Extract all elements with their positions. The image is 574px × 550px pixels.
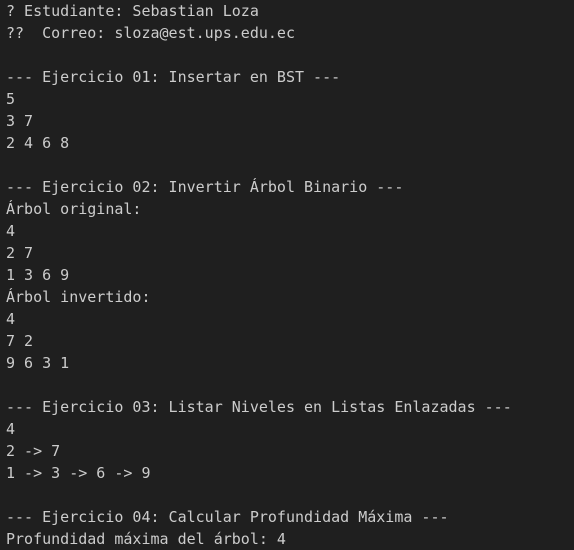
output-line: 2 4 6 8: [6, 134, 70, 152]
output-line: 4: [6, 222, 16, 240]
output-line: 2 7: [6, 244, 34, 262]
output-line: 5: [6, 90, 16, 108]
output-line-blank: [6, 374, 568, 396]
output-line: 4: [6, 420, 16, 438]
output-line-student: ? Estudiante: Sebastian Loza: [6, 2, 259, 20]
output-line-blank: [6, 154, 568, 176]
exercise-02-header: --- Ejercicio 02: Invertir Árbol Binario…: [6, 178, 404, 196]
output-line: 3 7: [6, 112, 34, 130]
output-line: 1 -> 3 -> 6 -> 9: [6, 464, 151, 482]
output-line-email: ?? Correo: sloza@est.ups.edu.ec: [6, 24, 295, 42]
output-line-blank: [6, 44, 568, 66]
terminal-output: ? Estudiante: Sebastian Loza ?? Correo: …: [0, 0, 574, 549]
output-line-blank: [6, 484, 568, 506]
output-line: 1 3 6 9: [6, 266, 70, 284]
output-line: 2 -> 7: [6, 442, 61, 460]
output-line: 7 2: [6, 332, 34, 350]
inverted-tree-label: Árbol invertido:: [6, 288, 151, 306]
output-line: 4: [6, 310, 16, 328]
output-line: 9 6 3 1: [6, 354, 70, 372]
exercise-04-header: --- Ejercicio 04: Calcular Profundidad M…: [6, 508, 449, 526]
original-tree-label: Árbol original:: [6, 200, 142, 218]
max-depth-result: Profundidad máxima del árbol: 4: [6, 530, 286, 548]
exercise-03-header: --- Ejercicio 03: Listar Niveles en List…: [6, 398, 512, 416]
exercise-01-header: --- Ejercicio 01: Insertar en BST ---: [6, 68, 341, 86]
